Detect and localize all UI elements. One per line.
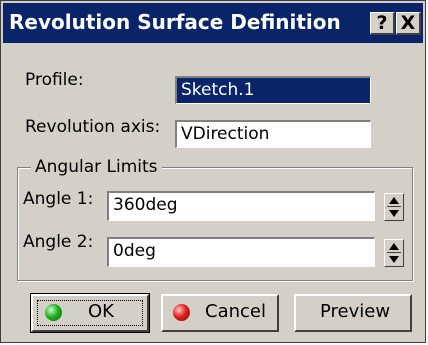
- angle2-label: Angle 2:: [23, 232, 94, 252]
- angle2-spinner[interactable]: [384, 239, 404, 267]
- revolution-axis-field[interactable]: VDirection: [175, 120, 371, 148]
- angle1-field[interactable]: 360deg: [107, 191, 375, 221]
- angle2-up-icon[interactable]: [389, 243, 399, 250]
- revolution-axis-label: Revolution axis:: [25, 117, 161, 137]
- angle1-spinner[interactable]: [384, 193, 404, 221]
- spinner-divider: [387, 206, 401, 207]
- help-button[interactable]: ?: [370, 12, 395, 35]
- cancel-button[interactable]: Cancel: [161, 294, 279, 332]
- dialog-title: Revolution Surface Definition: [9, 10, 341, 34]
- angle1-down-icon[interactable]: [389, 210, 399, 217]
- angle2-field[interactable]: 0deg: [107, 237, 375, 267]
- revolution-surface-dialog: Revolution Surface Definition ? X Profil…: [0, 0, 426, 343]
- spinner-divider: [387, 252, 401, 253]
- preview-label: Preview: [320, 301, 391, 322]
- ok-button[interactable]: OK: [30, 293, 150, 333]
- angle1-label: Angle 1:: [23, 189, 94, 209]
- profile-field[interactable]: Sketch.1: [175, 76, 371, 104]
- angular-limits-title: Angular Limits: [31, 156, 162, 178]
- ok-icon: [45, 304, 62, 321]
- profile-label: Profile:: [25, 70, 84, 90]
- cancel-label: Cancel: [205, 301, 266, 322]
- ok-label: OK: [88, 301, 114, 322]
- angle1-up-icon[interactable]: [389, 197, 399, 204]
- title-bar[interactable]: Revolution Surface Definition ? X: [3, 3, 423, 43]
- cancel-icon: [173, 304, 190, 321]
- close-button[interactable]: X: [396, 12, 421, 35]
- preview-button[interactable]: Preview: [294, 294, 412, 332]
- angle2-down-icon[interactable]: [389, 256, 399, 263]
